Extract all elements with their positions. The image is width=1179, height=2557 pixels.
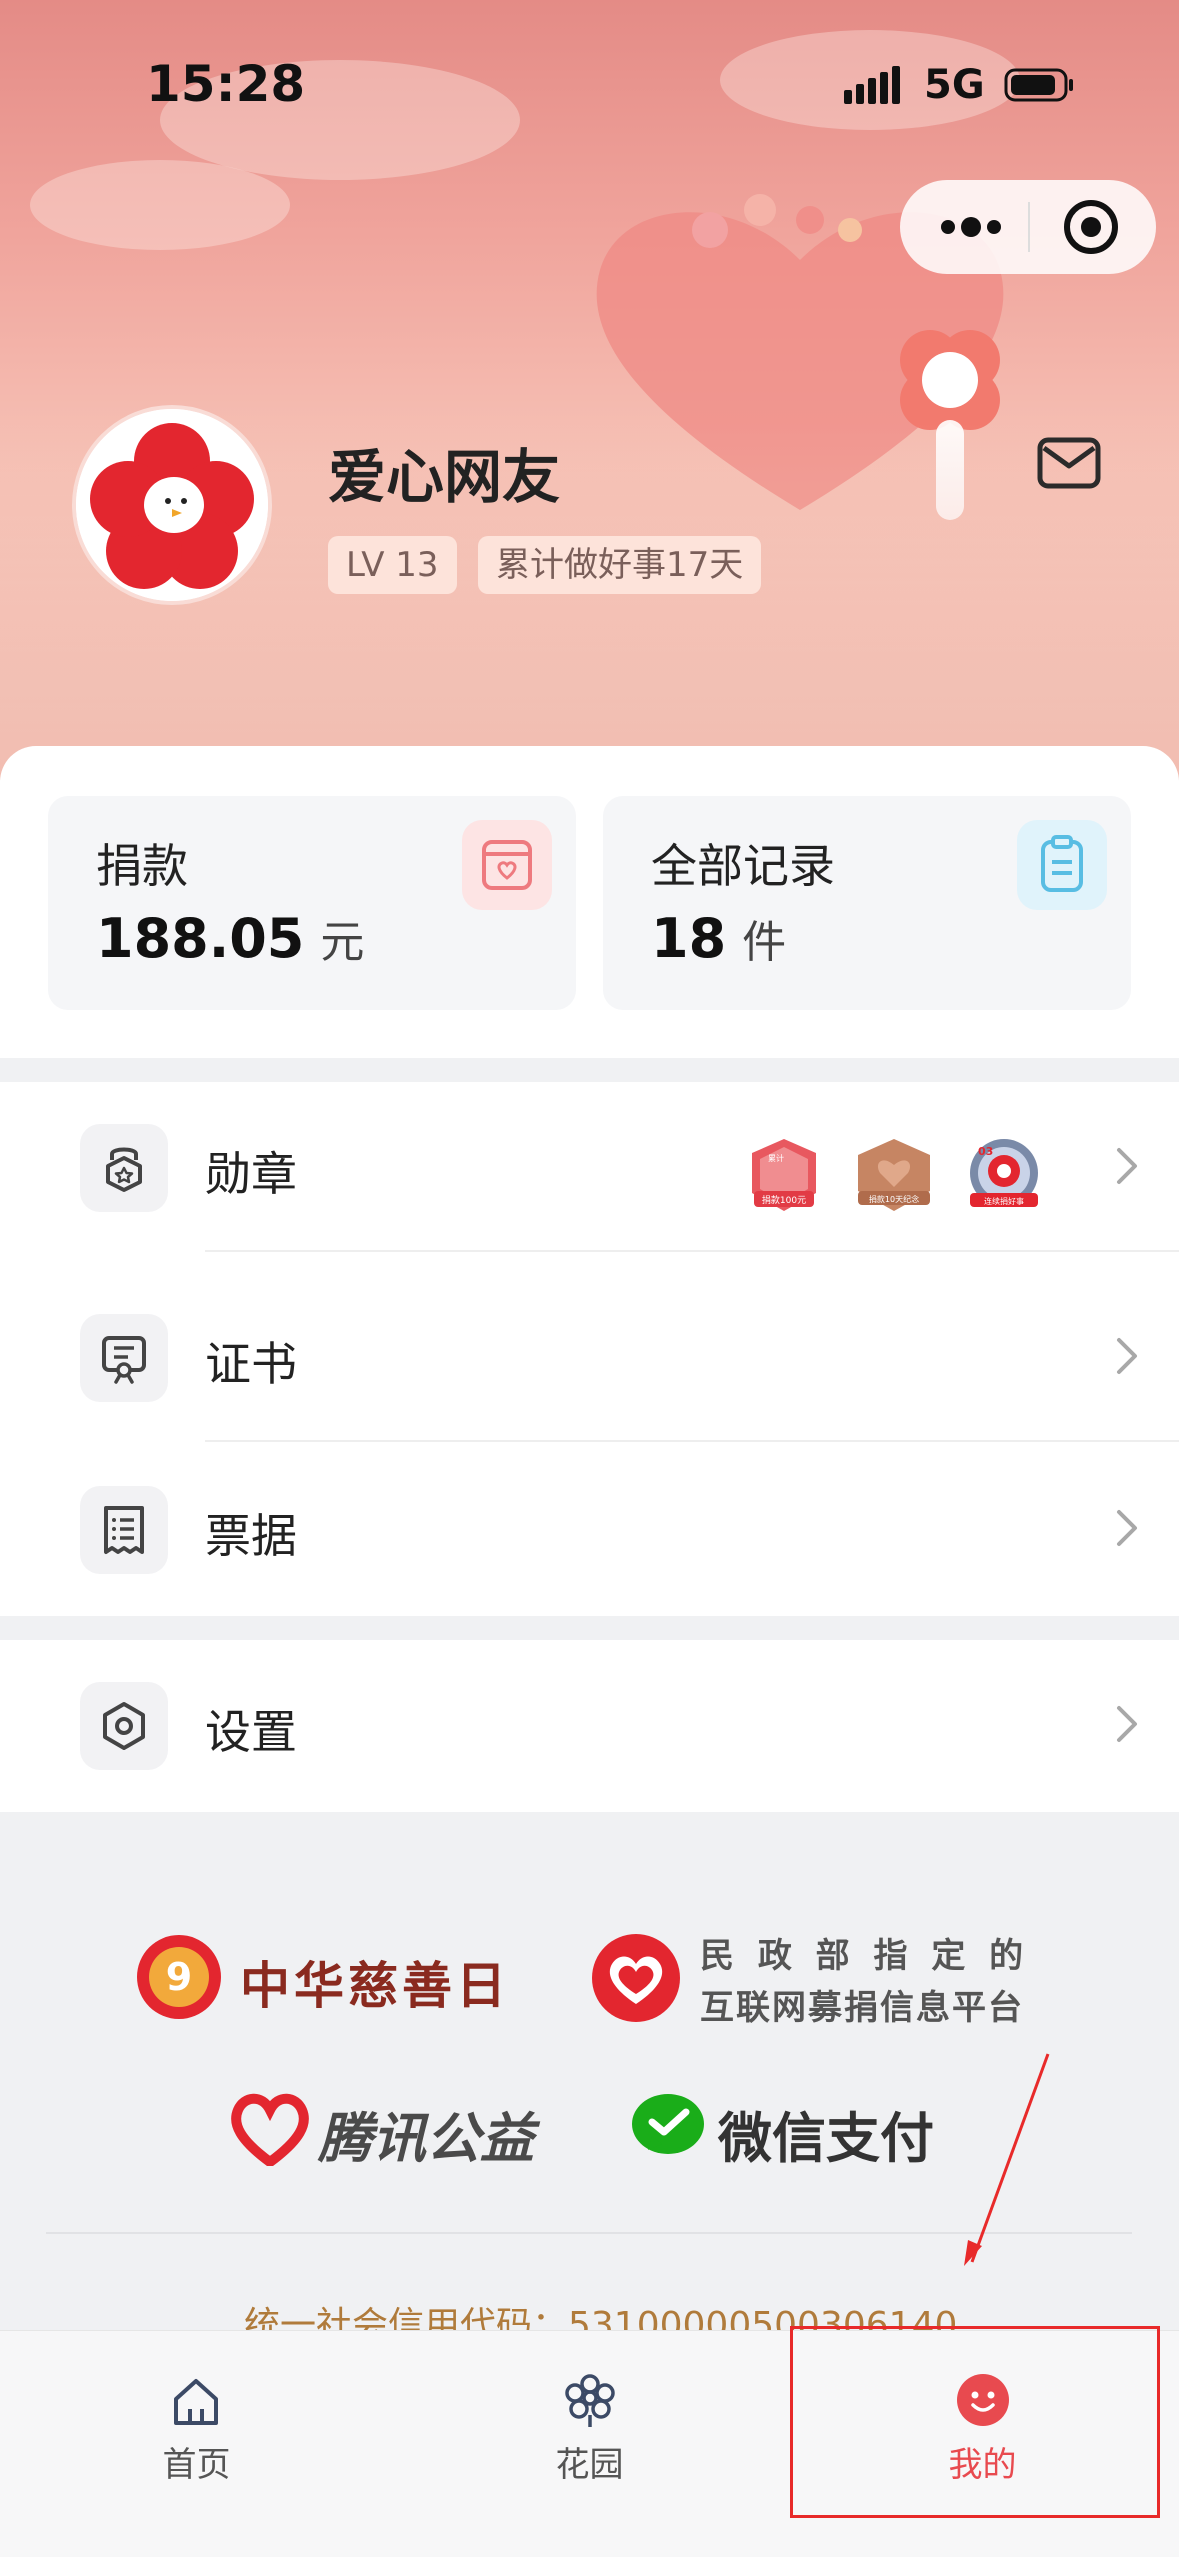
menu-item-receipts[interactable]: 票据 — [0, 1444, 1179, 1614]
svg-text:捐款10天纪念: 捐款10天纪念 — [869, 1194, 919, 1204]
svg-text:03: 03 — [978, 1145, 993, 1158]
medal-badge-ten-days: 捐款10天纪念 — [848, 1135, 940, 1215]
menu-label-medals: 勋章 — [205, 1147, 297, 1201]
donation-card[interactable]: 捐款 188.05 元 — [48, 796, 576, 1010]
menu-item-certificates[interactable]: 证书 — [0, 1272, 1179, 1442]
mca-heart-logo-icon — [590, 1932, 682, 2024]
menu-label-receipts: 票据 — [205, 1509, 297, 1563]
menu-section-main: 勋章 捐款100元 累计 捐款10天纪念 连续捐好事 03 证书 票据 — [0, 1082, 1179, 1616]
receipt-icon — [80, 1486, 168, 1574]
tencent-charity-heart-icon — [230, 2090, 310, 2169]
records-label: 全部记录 — [651, 839, 835, 893]
medal-badge-donate: 捐款100元 累计 — [744, 1135, 824, 1215]
all-records-card[interactable]: 全部记录 18 件 — [603, 796, 1131, 1010]
annotation-highlight-box — [790, 2326, 1160, 2518]
more-options-button[interactable] — [914, 180, 1024, 274]
signal-icon — [844, 66, 900, 104]
wechat-pay-icon — [630, 2092, 706, 2162]
home-icon — [168, 2373, 224, 2433]
more-dots-icon — [941, 217, 1001, 237]
svg-text:连续捐好事: 连续捐好事 — [984, 1196, 1024, 1206]
miniprogram-capsule — [900, 180, 1156, 274]
menu-item-medals[interactable]: 勋章 捐款100元 累计 捐款10天纪念 连续捐好事 03 — [0, 1082, 1179, 1252]
wechat-pay-text: 微信支付 — [718, 2107, 934, 2170]
svg-text:累计: 累计 — [768, 1153, 784, 1163]
level-badge: LV 13 — [328, 536, 457, 594]
menu-label-certificates: 证书 — [205, 1337, 297, 1391]
mca-designation-line1: 民 政 部 指 定 的 — [700, 1936, 1030, 1976]
flower-icon — [561, 2371, 619, 2433]
target-circle-icon — [1064, 200, 1118, 254]
annotation-arrow-icon — [964, 2053, 1050, 2266]
medal-badge-good-deed: 连续捐好事 03 — [964, 1135, 1044, 1215]
records-count: 18 件 — [651, 907, 787, 970]
chevron-right-icon — [1115, 1144, 1139, 1192]
tab-home[interactable]: 首页 — [0, 2331, 393, 2557]
settings-hexagon-icon — [80, 1682, 168, 1770]
mail-icon — [1037, 437, 1101, 489]
network-type: 5G — [924, 62, 985, 108]
clipboard-icon — [1017, 820, 1107, 910]
chevron-right-icon — [1115, 1506, 1139, 1554]
donation-calendar-icon — [462, 820, 552, 910]
close-miniprogram-button[interactable] — [1036, 180, 1146, 274]
tab-garden[interactable]: 花园 — [393, 2331, 786, 2557]
tencent-charity-text: 腾讯公益 — [318, 2107, 534, 2170]
tab-label-home: 首页 — [162, 2445, 231, 2485]
chevron-right-icon — [1115, 1702, 1139, 1750]
donation-amount: 188.05 元 — [96, 907, 365, 970]
chevron-right-icon — [1115, 1334, 1139, 1382]
charity-day-logo-icon: 9 — [134, 1932, 224, 2022]
flower-avatar-icon — [76, 409, 268, 601]
good-deeds-badge: 累计做好事17天 — [478, 536, 762, 594]
username: 爱心网友 — [328, 443, 561, 511]
svg-text:捐款100元: 捐款100元 — [762, 1194, 806, 1206]
menu-section-settings: 设置 — [0, 1640, 1179, 1812]
status-time: 15:28 — [146, 55, 306, 113]
menu-label-settings: 设置 — [205, 1705, 297, 1759]
avatar[interactable] — [72, 405, 272, 605]
tab-label-garden: 花园 — [555, 2445, 624, 2485]
mca-designation-line2: 互联网募捐信息平台 — [700, 1988, 1024, 2028]
certificate-icon — [80, 1314, 168, 1402]
svg-text:9: 9 — [166, 1955, 192, 1999]
messages-button[interactable] — [1036, 436, 1102, 496]
menu-item-settings[interactable]: 设置 — [0, 1640, 1179, 1810]
profile-header-background — [0, 0, 1179, 780]
donation-label: 捐款 — [96, 839, 188, 893]
charity-day-text: 中华慈善日 — [240, 1956, 510, 2015]
medal-icon — [80, 1124, 168, 1212]
